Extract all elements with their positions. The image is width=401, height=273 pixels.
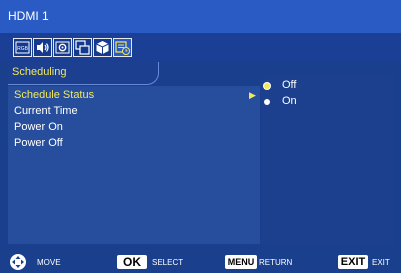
radio-icon [264,99,270,105]
picture-tab[interactable]: RGB [13,38,32,57]
section-header: Scheduling [8,62,159,85]
options-panel: Off On [262,76,395,244]
setup-tab[interactable] [53,38,72,57]
menu-item-label: Schedule Status [14,89,95,101]
select-hint: SELECT [152,258,184,267]
option-label: Off [282,79,297,91]
menu-item-power-on[interactable]: Power On [8,120,260,135]
osd-window: HDMI 1 RGB Scheduling Schedule Status ▶ … [0,0,401,273]
title-bar: HDMI 1 [0,0,401,33]
svg-text:RGB: RGB [17,46,29,52]
ok-key: OK [117,255,147,269]
audio-icon [37,42,49,53]
return-hint: RETURN [259,258,293,267]
option-tab[interactable] [93,38,112,57]
key-hint-bar: MOVE OK SELECT MENU RETURN EXIT EXIT [0,250,401,273]
menu-item-label: Power Off [14,137,63,149]
exit-hint: EXIT [372,258,390,267]
pip-icon [75,40,90,55]
exit-key: EXIT [338,255,368,269]
scheduling-icon [115,41,130,55]
menu-item-label: Power On [14,121,63,133]
icon-tab-bar: RGB [0,33,401,61]
window-title: HDMI 1 [8,9,49,23]
setup-icon [55,41,70,54]
option-icon [96,41,109,54]
audio-tab[interactable] [33,38,52,57]
menu-key: MENU [225,255,257,269]
menu-item-power-off[interactable]: Power Off [8,136,260,151]
menu-list: Schedule Status ▶ Current Time Power On … [8,86,260,244]
section-title: Scheduling [12,66,67,78]
option-on[interactable]: On [262,95,395,109]
pip-tab[interactable] [73,38,92,57]
radio-selected-icon [264,83,270,89]
menu-item-schedule-status[interactable]: Schedule Status ▶ [8,88,260,103]
picture-icon: RGB [15,41,30,54]
option-label: On [282,95,297,107]
move-hint: MOVE [37,258,61,267]
menu-item-label: Current Time [14,105,78,117]
arrow-right-icon: ▶ [249,90,256,100]
option-off[interactable]: Off [262,79,395,93]
menu-item-current-time[interactable]: Current Time [8,104,260,119]
scheduling-tab[interactable] [113,38,132,57]
dpad-icon [10,254,26,270]
